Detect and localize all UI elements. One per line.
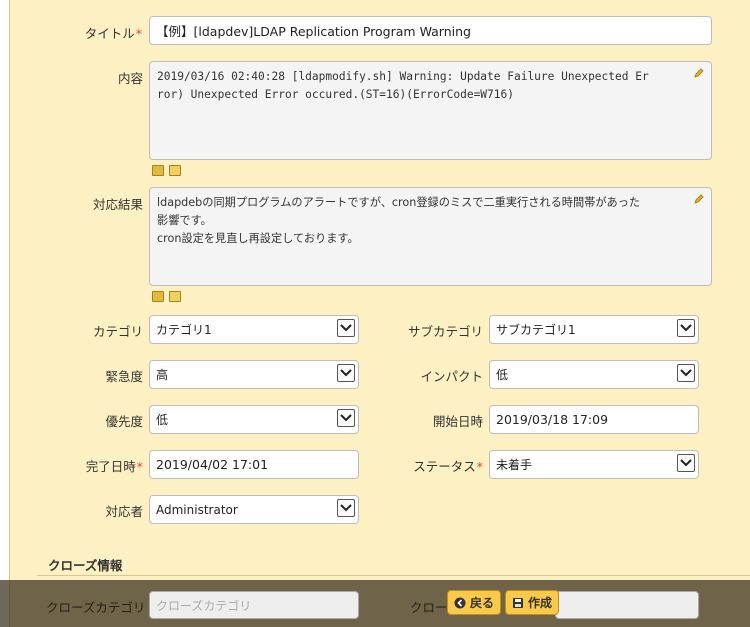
table-icon[interactable] [169,291,181,302]
close-category-select[interactable]: クローズカテゴリ [149,591,359,619]
create-button[interactable]: 作成 [505,590,560,615]
content-line: ror) Unexpected Error occured.(ST=16)(Er… [157,88,514,101]
chevron-down-icon[interactable] [337,319,355,337]
chevron-down-icon[interactable] [337,364,355,382]
close-second-field[interactable] [555,591,699,619]
close-truncated-label: クロー [410,600,448,615]
category-label: カテゴリ [92,324,143,339]
start-label: 開始日時 [432,414,483,429]
save-icon [513,597,523,608]
start-datetime-input[interactable]: 2019/03/18 17:09 [489,405,699,434]
response-line: 影響です。 [157,214,212,227]
end-datetime-input[interactable]: 2019/04/02 17:01 [149,450,359,479]
content-label: 内容 [117,71,143,86]
assignee-select[interactable]: Administrator [149,495,359,524]
impact-label: インパクト [420,369,483,384]
image-icon[interactable] [152,165,164,176]
pencil-icon[interactable] [693,193,705,205]
response-line: cron設定を見直し再設定しております。 [157,232,359,245]
chevron-down-icon[interactable] [337,499,355,517]
assignee-label: 対応者 [105,504,143,519]
back-button[interactable]: 戻る [447,590,502,615]
subcategory-label: サブカテゴリ [407,324,483,339]
section-divider [37,575,750,576]
content-line: 2019/03/16 02:40:28 [ldapmodify.sh] Warn… [157,70,649,83]
content-textarea[interactable]: 2019/03/16 02:40:28 [ldapmodify.sh] Warn… [149,61,712,160]
status-select[interactable]: 未着手 [489,450,699,479]
pencil-icon[interactable] [693,67,705,79]
end-label: 完了日時* [85,459,143,474]
chevron-down-icon[interactable] [677,454,695,472]
urgency-select[interactable]: 高 [149,360,359,389]
chevron-down-icon[interactable] [677,319,695,337]
subcategory-select[interactable]: サブカテゴリ1 [489,315,699,344]
priority-label: 優先度 [105,414,143,429]
close-category-label: クローズカテゴリ [46,600,146,615]
impact-select[interactable]: 低 [489,360,699,389]
table-icon[interactable] [169,165,181,176]
image-icon[interactable] [152,291,164,302]
priority-select[interactable]: 低 [149,405,359,434]
title-label: タイトル* [84,26,142,41]
response-line: ldapdebの同期プログラムのアラートですが、cron登録のミスで二重実行され… [157,196,641,209]
response-textarea[interactable]: ldapdebの同期プログラムのアラートですが、cron登録のミスで二重実行され… [149,187,712,286]
category-select[interactable]: カテゴリ1 [149,315,359,344]
title-input[interactable]: 【例】[ldapdev]LDAP Replication Program War… [149,16,712,45]
back-arrow-icon [454,597,466,608]
chevron-down-icon[interactable] [677,364,695,382]
chevron-down-icon[interactable] [337,409,355,427]
status-label: ステータス* [413,459,483,474]
response-label: 対応結果 [92,197,143,212]
close-section-title: クローズ情報 [48,558,123,573]
urgency-label: 緊急度 [105,369,143,384]
